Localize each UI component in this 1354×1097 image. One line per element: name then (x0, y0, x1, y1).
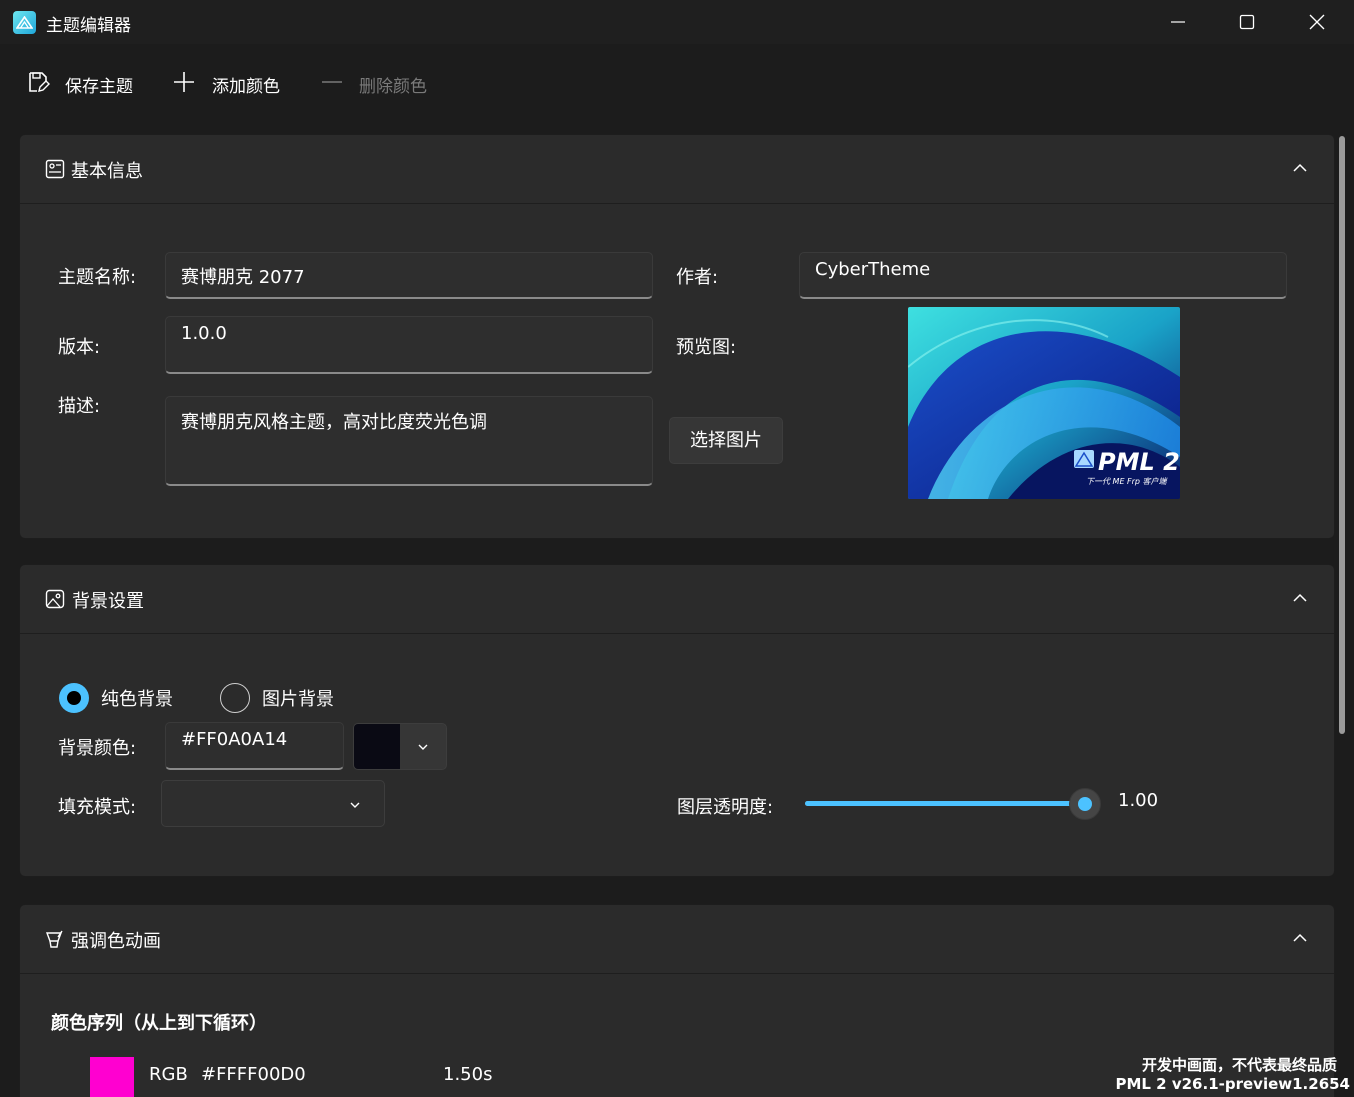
chevron-up-icon (1293, 933, 1307, 942)
accent-animation-title: 强调色动画 (71, 931, 161, 952)
sequence-color-duration: 1.50s (443, 1064, 493, 1085)
layer-opacity-label: 图层透明度: (677, 797, 774, 818)
version-input[interactable]: 1.0.0 (165, 316, 653, 374)
chevron-up-icon (1293, 163, 1307, 172)
opacity-slider-fill (805, 801, 1085, 806)
save-theme-label: 保存主题 (65, 77, 133, 97)
minimize-button[interactable] (1143, 0, 1213, 44)
chevron-down-icon (418, 744, 428, 750)
close-icon (1309, 14, 1325, 30)
choose-image-button[interactable]: 选择图片 (669, 417, 783, 464)
solid-background-label: 纯色背景 (101, 689, 173, 710)
background-settings-title: 背景设置 (72, 591, 144, 612)
basic-info-card: 基本信息 主题名称: 赛博朋克 2077 作者: CyberTheme 版本: … (19, 134, 1335, 539)
save-icon (29, 72, 50, 92)
sequence-color-hex: #FFFF00D0 (201, 1064, 306, 1085)
maximize-icon (1239, 14, 1255, 30)
window-title: 主题编辑器 (46, 16, 131, 36)
solid-background-radio[interactable] (59, 683, 89, 713)
minimize-icon (1171, 21, 1185, 23)
version-label: 版本: (58, 337, 101, 358)
delete-color-label: 删除颜色 (359, 77, 427, 97)
fill-mode-label: 填充模式: (58, 797, 137, 818)
description-label: 描述: (58, 396, 101, 417)
theme-name-input[interactable]: 赛博朋克 2077 (165, 252, 653, 299)
color-swatch (354, 724, 400, 769)
fill-mode-dropdown[interactable] (161, 780, 385, 827)
accent-animation-header[interactable]: 强调色动画 (20, 905, 1334, 974)
title-bar: 主题编辑器 (0, 0, 1354, 44)
background-settings-card: 背景设置 纯色背景 图片背景 背景颜色: #FF0A0A14 填充模式: 图层透… (19, 564, 1335, 877)
background-color-label: 背景颜色: (58, 738, 137, 759)
dev-watermark-line2: PML 2 v26.1-preview1.2654 (1115, 1075, 1350, 1093)
author-input[interactable]: CyberTheme (799, 252, 1287, 299)
add-color-label: 添加颜色 (212, 77, 280, 97)
background-settings-header[interactable]: 背景设置 (20, 565, 1334, 634)
sequence-color-swatch (90, 1057, 134, 1097)
opacity-value: 1.00 (1118, 790, 1159, 811)
color-sequence-heading: 颜色序列（从上到下循环） (51, 1013, 267, 1034)
author-label: 作者: (676, 267, 719, 288)
description-textarea[interactable]: 赛博朋克风格主题，高对比度荧光色调 (165, 396, 653, 486)
preview-logo-text: PML 2 (1098, 448, 1180, 476)
paint-bucket-icon (45, 930, 63, 948)
app-logo-icon (13, 11, 36, 34)
image-icon (45, 589, 65, 609)
chevron-down-icon (350, 802, 360, 808)
color-picker-button[interactable] (353, 723, 447, 770)
add-color-button[interactable]: 添加颜色 (170, 64, 290, 100)
dev-watermark-line1: 开发中画面，不代表最终品质 (1141, 1056, 1337, 1074)
info-card-icon (45, 159, 65, 179)
opacity-slider-thumb[interactable] (1069, 788, 1101, 820)
background-color-input[interactable]: #FF0A0A14 (165, 722, 344, 770)
basic-info-header[interactable]: 基本信息 (20, 135, 1334, 204)
plus-icon (174, 72, 194, 92)
save-theme-button[interactable]: 保存主题 (24, 64, 144, 100)
preview-image: PML 2 下一代 ME Frp 客户端 (908, 307, 1180, 499)
slider-thumb-core (1078, 797, 1092, 811)
preview-sub-text: 下一代 ME Frp 客户端 (1086, 477, 1168, 486)
radio-dot (67, 691, 81, 705)
maximize-button[interactable] (1212, 0, 1282, 44)
theme-name-label: 主题名称: (58, 267, 137, 288)
chevron-up-icon (1293, 593, 1307, 602)
color-sequence-item[interactable]: RGB #FFFF00D0 1.50s (80, 1055, 680, 1097)
preview-label: 预览图: (676, 337, 737, 358)
preview-wallpaper-image: PML 2 下一代 ME Frp 客户端 (908, 307, 1180, 499)
delete-color-button[interactable]: 删除颜色 (318, 64, 438, 100)
image-background-radio[interactable] (220, 683, 250, 713)
close-button[interactable] (1282, 0, 1352, 44)
image-background-label: 图片背景 (262, 689, 334, 710)
scrollbar-thumb[interactable] (1339, 136, 1345, 734)
minus-icon (322, 81, 342, 83)
accent-animation-card: 强调色动画 颜色序列（从上到下循环） RGB #FFFF00D0 1.50s (19, 904, 1335, 1097)
basic-info-title: 基本信息 (71, 161, 143, 182)
sequence-color-mode: RGB (149, 1064, 188, 1085)
